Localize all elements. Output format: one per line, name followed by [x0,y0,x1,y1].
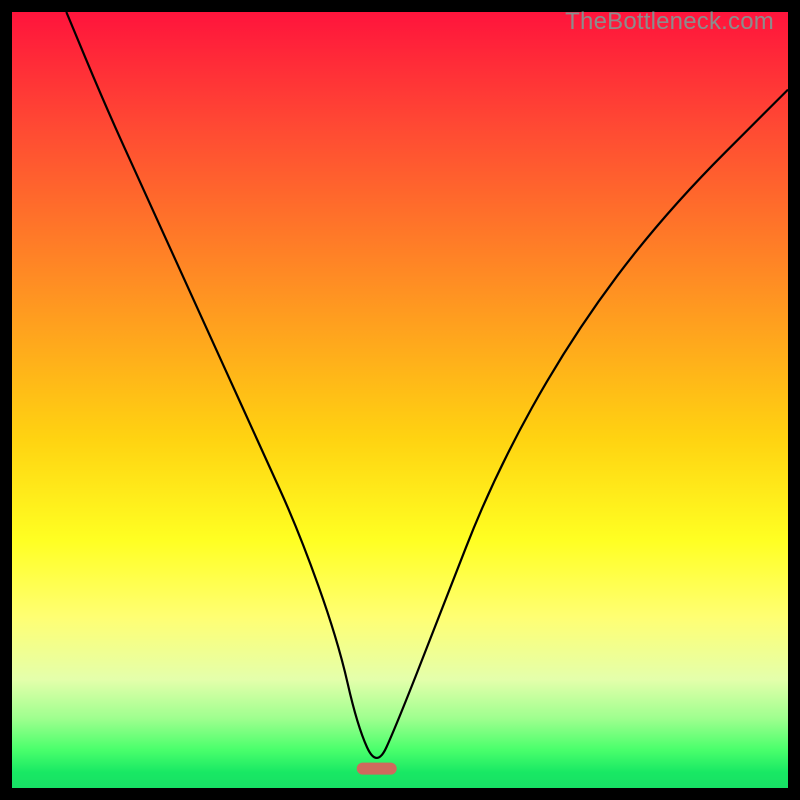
chart-plot-area: TheBottleneck.com [12,12,788,788]
bottleneck-curve [66,12,788,758]
chart-svg [12,12,788,788]
bottleneck-marker [357,763,397,775]
chart-frame: TheBottleneck.com [0,0,800,800]
